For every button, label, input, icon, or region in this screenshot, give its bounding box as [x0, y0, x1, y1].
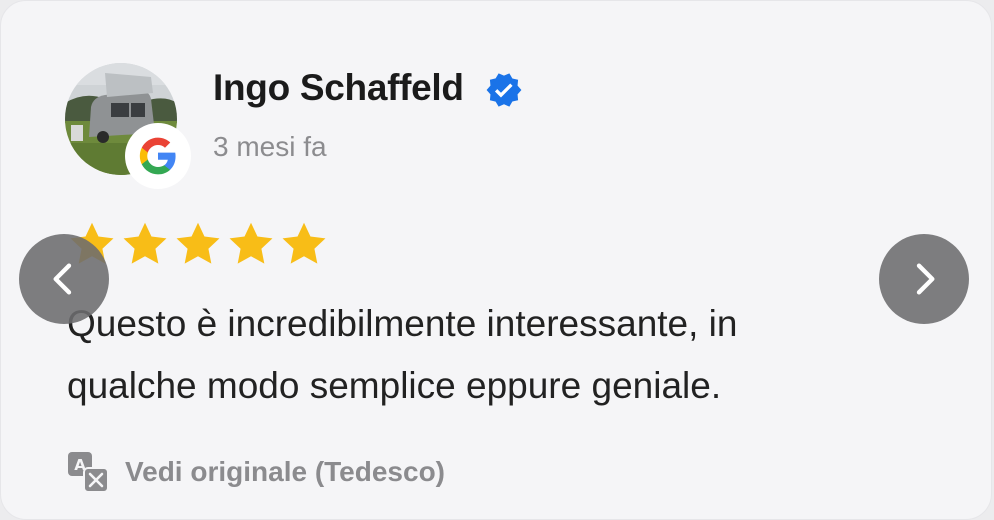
star-rating	[67, 219, 329, 269]
chevron-left-icon	[53, 263, 72, 295]
chevron-right-icon	[916, 263, 935, 295]
reviewer-name[interactable]: Ingo Schaffeld	[213, 67, 464, 109]
see-original-link[interactable]: A Vedi originale (Tedesco)	[67, 451, 445, 493]
star-icon	[282, 222, 326, 264]
translate-icon: A	[68, 452, 109, 493]
star-icon	[176, 222, 220, 264]
review-card: Ingo Schaffeld 3 mesi fa Questo è incred…	[0, 0, 992, 520]
star-icon	[229, 222, 273, 264]
next-review-button[interactable]	[879, 234, 969, 324]
verified-badge-icon	[485, 71, 523, 109]
previous-review-button[interactable]	[19, 234, 109, 324]
review-text: Questo è incredibilmente interessante, i…	[67, 303, 738, 406]
google-g-icon	[127, 125, 189, 187]
see-original-label: Vedi originale (Tedesco)	[125, 456, 446, 487]
star-icon	[123, 222, 167, 264]
review-timestamp: 3 mesi fa	[213, 131, 327, 162]
